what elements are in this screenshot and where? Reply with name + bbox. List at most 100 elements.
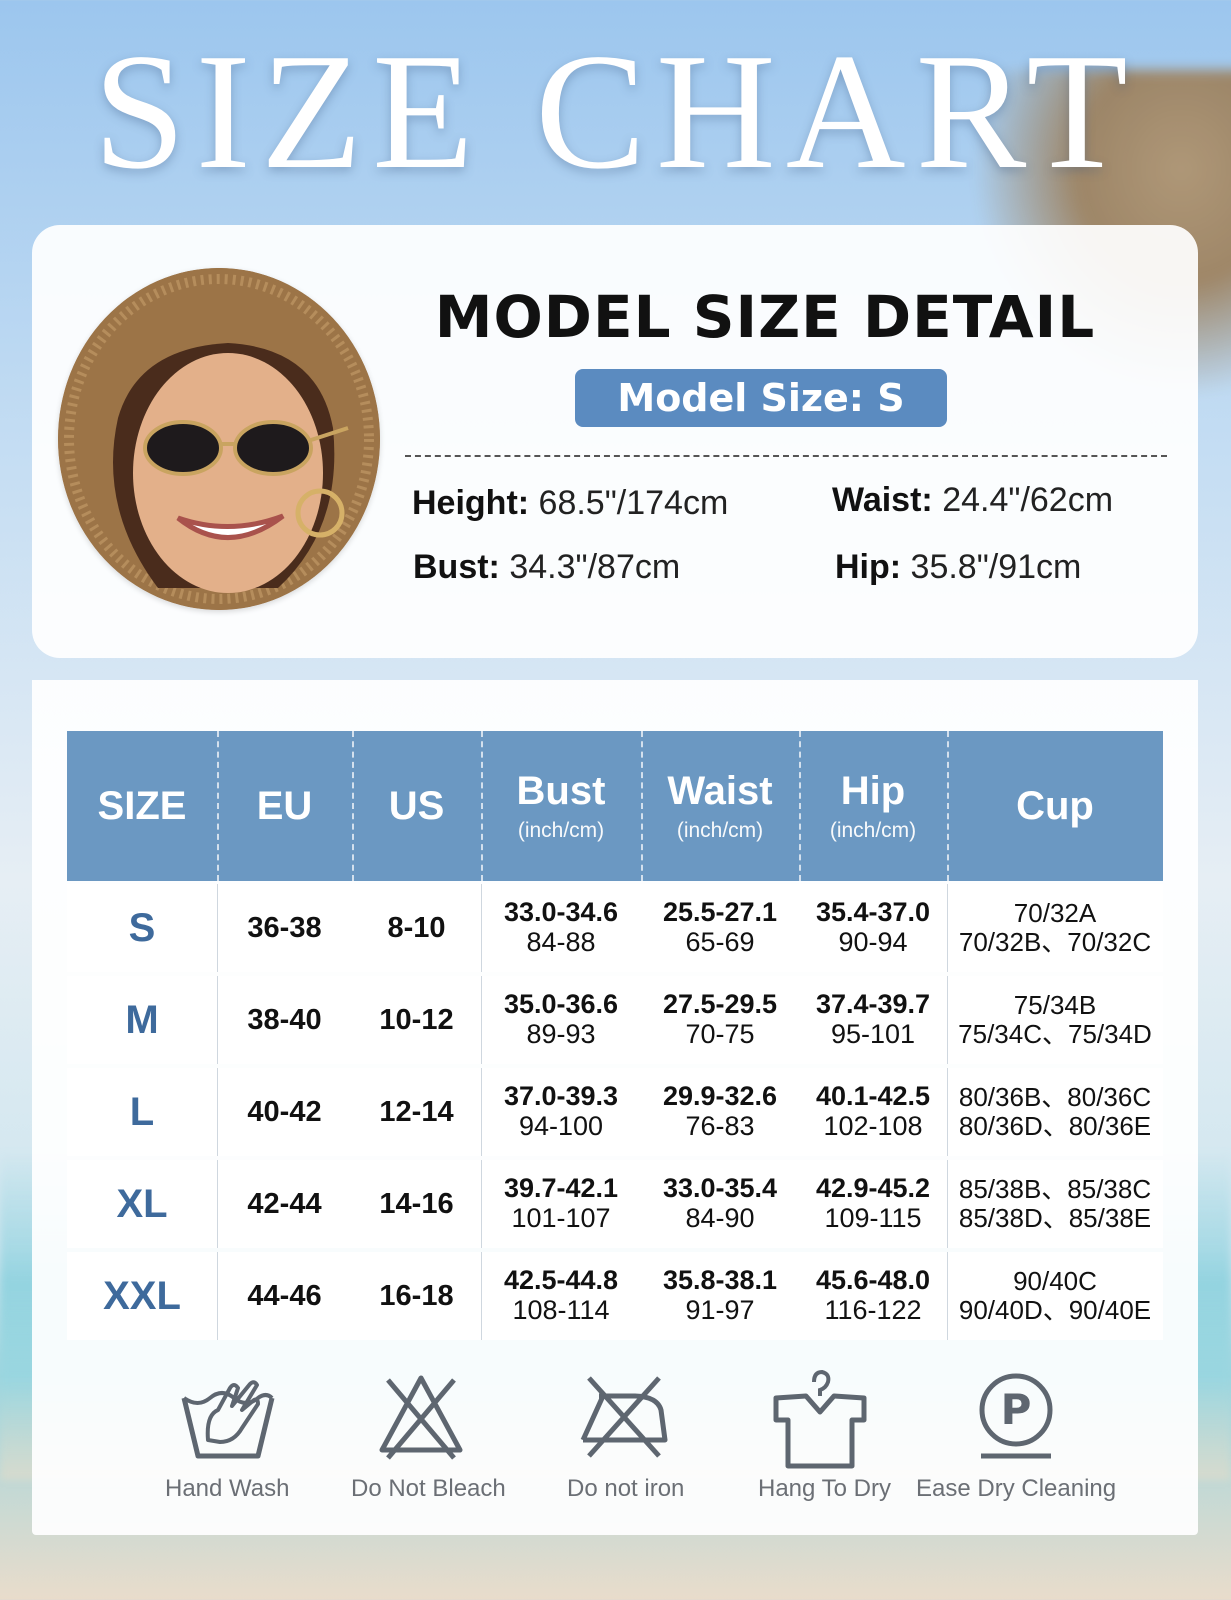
header-label: Waist [667, 769, 773, 813]
us-value: 10-12 [379, 1003, 454, 1036]
hip-cm: 109-115 [824, 1203, 922, 1234]
cell-waist: 27.5-29.5 70-75 [641, 976, 799, 1064]
header-label: US [388, 784, 445, 828]
care-no-bleach [321, 1370, 521, 1460]
eu-value: 44-46 [247, 1279, 322, 1312]
header-unit: (inch/cm) [676, 819, 764, 842]
header-label: SIZE [97, 784, 187, 828]
header-divider [947, 731, 949, 881]
care-label: Ease Dry Cleaning [916, 1475, 1117, 1502]
waist-cm: 76-83 [685, 1111, 755, 1142]
eu-value: 42-44 [247, 1187, 322, 1220]
cup-line: 90/40C [1013, 1265, 1097, 1296]
measure-bust: Bust: 34.3"/87cm [413, 548, 680, 587]
measure-label: Waist: [832, 481, 933, 519]
measure-waist: Waist: 24.4"/62cm [832, 481, 1113, 520]
column-divider [947, 884, 948, 972]
model-size-badge: Model Size: S [575, 369, 947, 427]
hip-cm: 102-108 [823, 1111, 923, 1142]
measure-value: 34.3"/87cm [509, 548, 681, 586]
cell-waist: 29.9-32.6 76-83 [641, 1068, 799, 1156]
hand-wash-icon [181, 1380, 275, 1459]
hip-inch: 45.6-48.0 [815, 1264, 931, 1295]
cell-size: XXL [67, 1252, 217, 1340]
cell-us: 16-18 [352, 1252, 481, 1340]
header-label: Bust [516, 769, 606, 813]
bust-inch: 39.7-42.1 [503, 1172, 619, 1203]
size-label: XL [116, 1181, 168, 1226]
column-divider [947, 1252, 948, 1340]
bust-inch: 35.0-36.6 [503, 988, 619, 1019]
header-waist: Waist (inch/cm) [641, 731, 799, 881]
measure-hip: Hip: 35.8"/91cm [835, 548, 1081, 587]
column-divider [481, 1068, 482, 1156]
cup-line: 75/34B [1013, 989, 1097, 1020]
model-photo [58, 268, 380, 610]
cell-size: XL [67, 1160, 217, 1248]
us-value: 16-18 [379, 1279, 454, 1312]
column-divider [481, 976, 482, 1064]
eu-value: 40-42 [247, 1095, 322, 1128]
divider [405, 455, 1167, 457]
cell-bust: 33.0-34.6 84-88 [481, 884, 641, 972]
cell-bust: 37.0-39.3 94-100 [481, 1068, 641, 1156]
column-divider [217, 1068, 218, 1156]
cell-cup: 70/32A 70/32B、70/32C [947, 884, 1163, 972]
header-unit: (inch/cm) [517, 819, 605, 842]
cup-line: 80/36D、80/36E [958, 1111, 1152, 1141]
measure-label: Height: [412, 484, 530, 522]
header-label: Hip [840, 769, 906, 813]
waist-cm: 65-69 [685, 927, 755, 958]
cup-line: 75/34C、75/34D [958, 1019, 1152, 1049]
measure-label: Bust: [413, 548, 500, 586]
header-divider [799, 731, 801, 881]
size-label: L [129, 1089, 155, 1134]
cell-eu: 44-46 [217, 1252, 352, 1340]
cell-eu: 38-40 [217, 976, 352, 1064]
cell-bust: 42.5-44.8 108-114 [481, 1252, 641, 1340]
cell-waist: 25.5-27.1 65-69 [641, 884, 799, 972]
column-divider [947, 976, 948, 1064]
waist-cm: 70-75 [685, 1019, 755, 1050]
bust-cm: 84-88 [526, 927, 596, 958]
care-hand-wash [128, 1370, 328, 1460]
measure-value: 68.5"/174cm [538, 484, 729, 522]
hip-cm: 116-122 [824, 1295, 922, 1326]
bust-cm: 108-114 [512, 1295, 610, 1326]
header-hip: Hip (inch/cm) [799, 731, 947, 881]
waist-inch: 35.8-38.1 [662, 1264, 778, 1295]
cell-eu: 36-38 [217, 884, 352, 972]
measure-value: 35.8"/91cm [910, 548, 1082, 586]
us-value: 14-16 [379, 1187, 454, 1220]
care-label: Do Not Bleach [351, 1475, 506, 1502]
column-divider [947, 1160, 948, 1248]
waist-cm: 84-90 [685, 1203, 755, 1234]
care-no-iron [523, 1370, 723, 1460]
cell-cup: 85/38B、85/38C 85/38D、85/38E [947, 1160, 1163, 1248]
bust-cm: 94-100 [518, 1111, 604, 1142]
header-cup: Cup [947, 731, 1163, 881]
cell-hip: 45.6-48.0 116-122 [799, 1252, 947, 1340]
cell-eu: 40-42 [217, 1068, 352, 1156]
eu-value: 36-38 [247, 911, 322, 944]
cell-us: 14-16 [352, 1160, 481, 1248]
do-not-iron-icon [580, 1376, 668, 1458]
dry-cleaning-icon: P [979, 1373, 1053, 1459]
cell-hip: 42.9-45.2 109-115 [799, 1160, 947, 1248]
cell-hip: 35.4-37.0 90-94 [799, 884, 947, 972]
header-unit: (inch/cm) [829, 819, 917, 842]
cell-us: 8-10 [352, 884, 481, 972]
hip-inch: 42.9-45.2 [815, 1172, 931, 1203]
hip-inch: 40.1-42.5 [815, 1080, 931, 1111]
waist-inch: 29.9-32.6 [662, 1080, 778, 1111]
measure-value: 24.4"/62cm [942, 481, 1114, 519]
waist-inch: 33.0-35.4 [662, 1172, 778, 1203]
column-divider [217, 1252, 218, 1340]
column-divider [481, 884, 482, 972]
column-divider [217, 1160, 218, 1248]
us-value: 8-10 [387, 911, 446, 944]
care-hang-dry [720, 1370, 920, 1470]
measure-height: Height: 68.5"/174cm [412, 484, 728, 523]
header-eu: EU [217, 731, 352, 881]
bust-cm: 101-107 [511, 1203, 611, 1234]
